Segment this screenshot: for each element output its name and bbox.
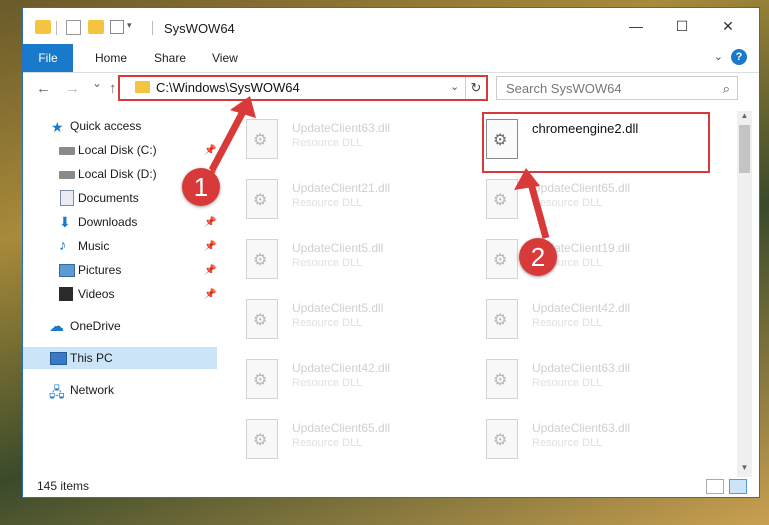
annotation-arrows bbox=[208, 96, 550, 239]
arrow-1 bbox=[208, 104, 250, 172]
arrow-2 bbox=[526, 179, 550, 239]
step-badge-2: 2 bbox=[519, 238, 557, 276]
step-badge-1: 1 bbox=[182, 168, 220, 206]
arrowhead-2 bbox=[514, 168, 540, 190]
